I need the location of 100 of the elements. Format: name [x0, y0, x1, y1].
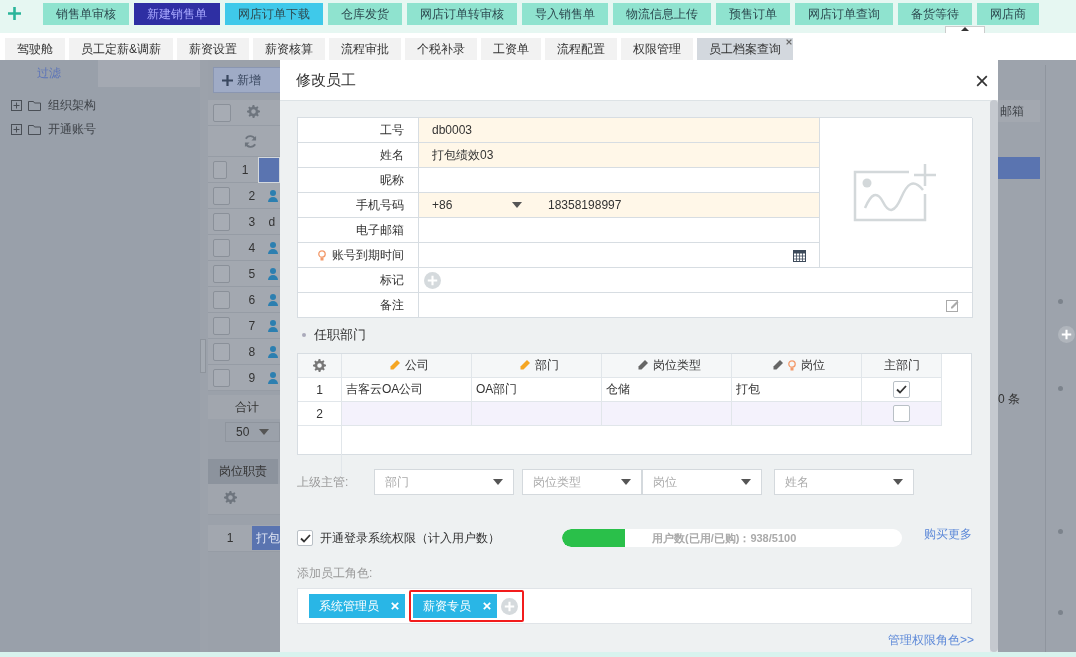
page-size-select[interactable]: 50: [225, 422, 280, 442]
field-label: 备注: [380, 296, 404, 314]
checkbox[interactable]: [213, 290, 231, 309]
person-icon: [268, 241, 279, 254]
field-label: 上级主管:: [297, 473, 350, 491]
refresh-icon[interactable]: [244, 134, 257, 148]
input-field[interactable]: db0003: [419, 118, 820, 143]
module-tab[interactable]: 流程审批: [329, 38, 401, 60]
nav-tab[interactable]: 网店订单下载: [225, 3, 323, 25]
caret-icon: [893, 479, 903, 485]
module-tab[interactable]: 薪资设置: [177, 38, 249, 60]
date-field[interactable]: [419, 243, 820, 268]
module-tab[interactable]: 个税补录: [405, 38, 477, 60]
checkbox-label: 开通登录系统权限（计入用户数）: [320, 529, 501, 547]
nav-tab[interactable]: 网店商: [977, 3, 1039, 25]
checkbox[interactable]: [893, 381, 910, 398]
module-tab[interactable]: 权限管理: [621, 38, 693, 60]
row-number: 5: [247, 266, 257, 281]
checkbox[interactable]: [213, 212, 231, 231]
edit-icon[interactable]: [946, 298, 959, 312]
settings-icon[interactable]: [313, 359, 326, 372]
checkbox[interactable]: [893, 405, 910, 422]
field-label: 电子邮箱: [356, 221, 404, 239]
usage-text: 用户数(已用/已购)：938/5100: [652, 531, 797, 546]
total-label: 合计: [235, 398, 259, 416]
collapse-handle[interactable]: [945, 26, 985, 33]
expand-icon[interactable]: [11, 123, 22, 135]
person-icon: [268, 189, 279, 202]
caret-icon: [621, 479, 631, 485]
person-icon: [268, 345, 279, 358]
caret-icon: [259, 429, 270, 435]
tree-item[interactable]: 组织架构: [0, 93, 200, 117]
nav-tab[interactable]: 仓库发货: [328, 3, 402, 25]
panel-tab[interactable]: 岗位职责: [208, 459, 278, 484]
add-icon[interactable]: [222, 74, 233, 86]
settings-icon[interactable]: [246, 104, 260, 118]
record-count: 0 条: [998, 390, 1021, 408]
add-icon[interactable]: [8, 7, 21, 20]
checkbox[interactable]: [213, 316, 231, 335]
nav-tab[interactable]: 销售单审核: [43, 3, 129, 25]
field-label: 账号到期时间: [332, 246, 404, 264]
checkbox[interactable]: [297, 530, 313, 546]
checkbox[interactable]: [213, 342, 231, 361]
nav-tab[interactable]: 备货等待: [898, 3, 972, 25]
tag-field[interactable]: [419, 268, 973, 293]
checkbox[interactable]: [213, 186, 231, 205]
module-tab[interactable]: 员工档案查询: [697, 38, 793, 60]
checkbox[interactable]: [213, 264, 231, 283]
nav-tab[interactable]: 预售订单: [716, 3, 790, 25]
section-title: 任职部门: [314, 326, 366, 344]
selected-row[interactable]: [998, 157, 1040, 179]
tree-item[interactable]: 开通账号: [0, 117, 200, 141]
column-header: 岗位: [801, 357, 825, 374]
close-icon[interactable]: [786, 39, 792, 45]
table-row[interactable]: 2: [298, 402, 971, 426]
nav-tab[interactable]: 网店订单转审核: [407, 3, 517, 25]
settings-icon[interactable]: [223, 491, 237, 504]
add-icon[interactable]: [1058, 326, 1075, 343]
row-number: 7: [247, 318, 257, 333]
row-number: 1: [240, 162, 250, 177]
field-label: 姓名: [380, 146, 404, 164]
phone-field[interactable]: +86 18358198997: [419, 193, 820, 218]
add-button[interactable]: 新增: [213, 67, 280, 93]
caret-icon: [512, 202, 522, 208]
module-tab[interactable]: 薪资核算: [253, 38, 325, 60]
column-header: 公司: [404, 357, 429, 374]
person-icon: [268, 293, 279, 306]
nav-tab[interactable]: 网店订单查询: [795, 3, 893, 25]
scrollbar[interactable]: [990, 100, 998, 652]
field-label: 昵称: [380, 171, 404, 189]
country-code[interactable]: +86: [432, 198, 502, 212]
module-tab[interactable]: 员工定薪&调薪: [69, 38, 173, 60]
table-cell: 仓储: [606, 381, 630, 398]
table-cell: 打包: [736, 381, 760, 398]
column-header: 主部门: [883, 357, 920, 374]
calendar-icon[interactable]: [793, 248, 806, 262]
row-number: 4: [247, 240, 257, 255]
person-icon: [268, 371, 279, 384]
folder-icon: [28, 99, 42, 111]
image-upload-icon[interactable]: [853, 163, 939, 222]
field-label: 工号: [380, 121, 404, 139]
check-icon: [299, 533, 311, 543]
input-field[interactable]: [419, 218, 820, 243]
nav-tab[interactable]: 导入销售单: [522, 3, 608, 25]
module-tab[interactable]: 驾驶舱: [5, 38, 65, 60]
nav-tab[interactable]: 物流信息上传: [613, 3, 711, 25]
expand-icon[interactable]: [11, 99, 22, 111]
nav-tab[interactable]: 新建销售单: [134, 3, 220, 25]
note-field[interactable]: [419, 293, 973, 318]
checkbox[interactable]: [213, 103, 231, 122]
check-icon: [896, 385, 907, 394]
row-number: 6: [247, 292, 257, 307]
phone-number[interactable]: 18358198997: [548, 198, 622, 212]
input-field[interactable]: 打包绩效03: [419, 143, 820, 168]
checkbox[interactable]: [213, 368, 231, 387]
module-tab[interactable]: 流程配置: [545, 38, 617, 60]
checkbox[interactable]: [213, 160, 228, 179]
row-number: 9: [247, 370, 257, 385]
checkbox[interactable]: [213, 238, 231, 257]
module-tab[interactable]: 工资单: [481, 38, 541, 60]
